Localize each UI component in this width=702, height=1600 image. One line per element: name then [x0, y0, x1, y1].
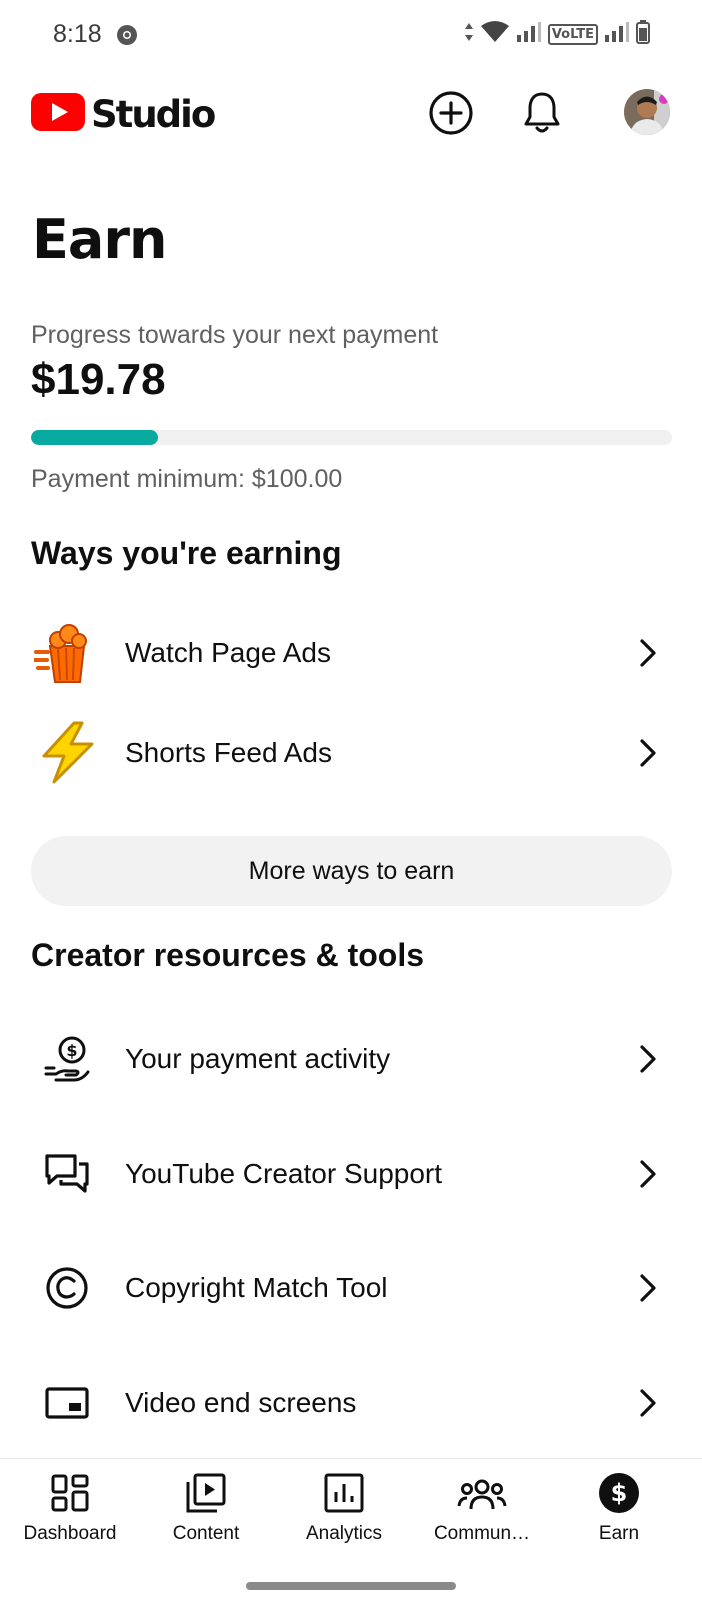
status-time: 8:18 [53, 20, 102, 48]
more-ways-to-earn-button[interactable]: More ways to earn [31, 836, 672, 906]
youtube-play-icon [31, 93, 85, 136]
wifi-icon [480, 20, 510, 49]
status-bar: 8:18 VoLTE [0, 0, 702, 72]
nav-earn[interactable]: $ Earn [554, 1469, 684, 1545]
logo-text: Studio [91, 93, 216, 136]
list-item-creator-support[interactable]: YouTube Creator Support [0, 1134, 702, 1214]
chevron-right-icon [640, 1045, 656, 1073]
nav-label: Analytics [305, 1523, 383, 1544]
payment-hand-icon: $ [32, 1024, 102, 1094]
status-icons: VoLTE [464, 20, 650, 49]
chrome-icon [116, 24, 138, 51]
resources-section-title: Creator resources & tools [31, 937, 425, 973]
nav-content[interactable]: Content [141, 1469, 271, 1545]
notifications-button[interactable] [518, 89, 566, 137]
nav-label: Commun… [433, 1523, 531, 1544]
app-bar: Studio [0, 80, 702, 150]
chevron-right-icon [640, 1274, 656, 1302]
svg-text:$: $ [611, 1479, 628, 1507]
list-item-video-end-screens[interactable]: Video end screens [0, 1363, 702, 1443]
bell-icon [524, 92, 560, 133]
volte-badge: VoLTE [547, 24, 598, 45]
create-button[interactable] [427, 89, 475, 137]
row-label: Watch Page Ads [125, 637, 331, 668]
nav-label: Dashboard [23, 1523, 117, 1544]
svg-text:$: $ [66, 1041, 77, 1060]
row-label: Shorts Feed Ads [125, 737, 333, 768]
chevron-right-icon [640, 1160, 656, 1188]
nav-dashboard[interactable]: Dashboard [5, 1469, 135, 1545]
content-icon [186, 1473, 226, 1513]
row-label: Copyright Match Tool [125, 1272, 388, 1303]
chat-bubbles-icon [32, 1139, 102, 1209]
list-item-shorts-feed-ads[interactable]: Shorts Feed Ads [0, 713, 702, 793]
chevron-right-icon [640, 739, 656, 767]
home-indicator[interactable] [246, 1582, 456, 1590]
nav-label: Earn [598, 1523, 640, 1544]
copyright-icon [32, 1253, 102, 1323]
chevron-right-icon [640, 1389, 656, 1417]
data-arrows-icon [464, 21, 474, 48]
end-screen-icon [32, 1368, 102, 1438]
payment-progress-fill [31, 430, 158, 445]
nav-label: Content [172, 1523, 240, 1544]
page-title: Earn [32, 208, 167, 271]
row-label: Your payment activity [125, 1043, 391, 1074]
signal-icon-2 [604, 21, 630, 48]
nav-community[interactable]: Commun… [417, 1469, 547, 1545]
nav-analytics[interactable]: Analytics [279, 1469, 409, 1545]
account-avatar[interactable] [624, 89, 670, 135]
community-icon [457, 1479, 507, 1510]
earn-dollar-icon: $ [599, 1473, 639, 1513]
lightning-icon [32, 718, 102, 788]
row-label: YouTube Creator Support [125, 1158, 443, 1189]
list-item-copyright-match[interactable]: Copyright Match Tool [0, 1248, 702, 1328]
progress-label: Progress towards your next payment [31, 321, 439, 349]
list-item-watch-page-ads[interactable]: Watch Page Ads [0, 613, 702, 693]
battery-icon [636, 20, 650, 49]
bottom-nav: Dashboard Content Analytics Commun… $ Ea… [0, 1458, 702, 1600]
dashboard-icon [51, 1474, 89, 1512]
payment-minimum: Payment minimum: $100.00 [31, 465, 343, 493]
list-item-payment-activity[interactable]: $ Your payment activity [0, 1019, 702, 1099]
analytics-icon [324, 1473, 364, 1513]
payment-progress-bar [31, 430, 672, 445]
payment-amount: $19.78 [31, 355, 166, 404]
signal-icon [516, 21, 542, 48]
row-label: Video end screens [125, 1387, 357, 1418]
chevron-right-icon [640, 639, 656, 667]
ways-section-title: Ways you're earning [31, 535, 342, 571]
studio-logo[interactable]: Studio [31, 93, 216, 136]
popcorn-icon [32, 618, 102, 688]
plus-circle-icon [429, 91, 473, 135]
